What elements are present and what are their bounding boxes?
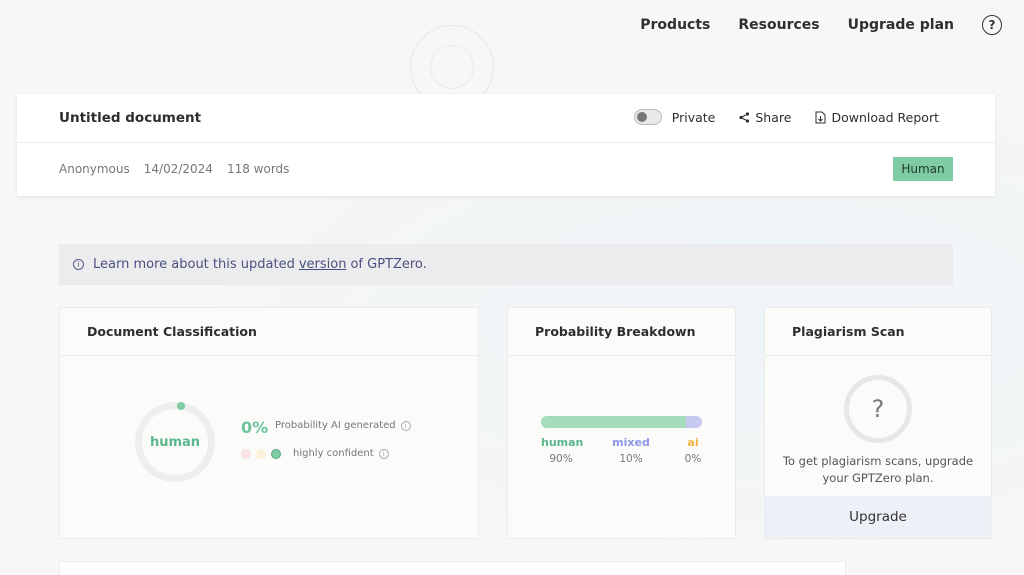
probability-bar-human-fill xyxy=(541,416,686,428)
banner-suffix: of GPTZero. xyxy=(350,257,427,272)
legend-name: mixed xyxy=(612,436,650,449)
help-icon[interactable]: ? xyxy=(982,15,1002,35)
panel-title: Plagiarism Scan xyxy=(765,308,991,356)
confidence-dots xyxy=(241,449,286,459)
top-nav: Products Resources Upgrade plan ? xyxy=(640,14,1002,36)
legend-mixed: mixed 10% xyxy=(611,436,651,465)
share-button[interactable]: Share xyxy=(739,110,791,125)
legend-ai: ai 0% xyxy=(677,436,709,465)
share-icon xyxy=(739,111,750,123)
confidence-label: highly confident i xyxy=(293,448,389,459)
document-header-card: Untitled document Private Share Download… xyxy=(17,94,995,196)
download-report-button[interactable]: Download Report xyxy=(815,110,939,125)
confidence-dot-medium xyxy=(256,449,266,459)
divider xyxy=(17,142,995,143)
panel-title: Document Classification xyxy=(60,308,478,356)
info-icon[interactable]: i xyxy=(378,448,389,459)
document-actions: Private Share Download Report xyxy=(633,109,939,125)
next-section-card xyxy=(59,561,846,575)
date: 14/02/2024 xyxy=(143,162,213,176)
ai-probability-label: Probability AI generated i xyxy=(275,420,411,431)
legend-name: human xyxy=(541,436,584,449)
confidence-dot-low xyxy=(241,449,251,459)
upgrade-button[interactable]: Upgrade xyxy=(765,496,991,538)
word-count: 118 words xyxy=(226,162,290,176)
download-label: Download Report xyxy=(831,109,939,125)
private-label: Private xyxy=(671,109,716,125)
legend-name: ai xyxy=(687,436,699,449)
ring-indicator xyxy=(177,402,185,410)
panel-title: Probability Breakdown xyxy=(508,308,735,356)
confidence-dot-high xyxy=(271,449,281,459)
decorative-ring xyxy=(430,45,474,89)
banner-prefix: Learn more about this updated xyxy=(93,257,295,272)
classification-badge: Human xyxy=(893,157,953,181)
author: Anonymous xyxy=(59,162,130,176)
document-download-icon xyxy=(815,111,826,123)
ring-label: human xyxy=(149,434,201,450)
info-icon: i xyxy=(73,259,84,270)
legend-value: 0% xyxy=(684,453,702,465)
nav-resources[interactable]: Resources xyxy=(738,17,819,33)
probability-bar xyxy=(541,416,702,428)
classification-ring: human xyxy=(135,402,215,482)
legend-value: 10% xyxy=(619,453,643,465)
plagiarism-scan-panel: Plagiarism Scan ? To get plagiarism scan… xyxy=(764,307,992,539)
private-toggle[interactable] xyxy=(633,109,662,125)
document-meta: Anonymous 14/02/2024 118 words xyxy=(59,162,303,176)
share-label: Share xyxy=(755,109,792,125)
ai-percent: 0% xyxy=(241,418,269,437)
document-title: Untitled document xyxy=(59,110,202,126)
info-icon[interactable]: i xyxy=(400,420,411,431)
version-link[interactable]: version xyxy=(299,257,347,272)
ai-label-text: Probability AI generated xyxy=(275,420,396,431)
document-classification-panel: Document Classification human 0% Probabi… xyxy=(59,307,479,539)
confidence-text: highly confident xyxy=(293,448,374,459)
nav-products[interactable]: Products xyxy=(640,17,710,33)
legend-human: human 90% xyxy=(541,436,584,465)
nav-upgrade-plan[interactable]: Upgrade plan xyxy=(848,17,954,33)
probability-breakdown-panel: Probability Breakdown human 90% mixed 10… xyxy=(507,307,736,539)
toggle-knob xyxy=(636,112,647,122)
plagiarism-text: To get plagiarism scans, upgrade your GP… xyxy=(782,454,974,485)
legend-value: 90% xyxy=(549,453,573,465)
info-banner: i Learn more about this updated version … xyxy=(59,244,953,285)
question-icon: ? xyxy=(844,375,912,443)
